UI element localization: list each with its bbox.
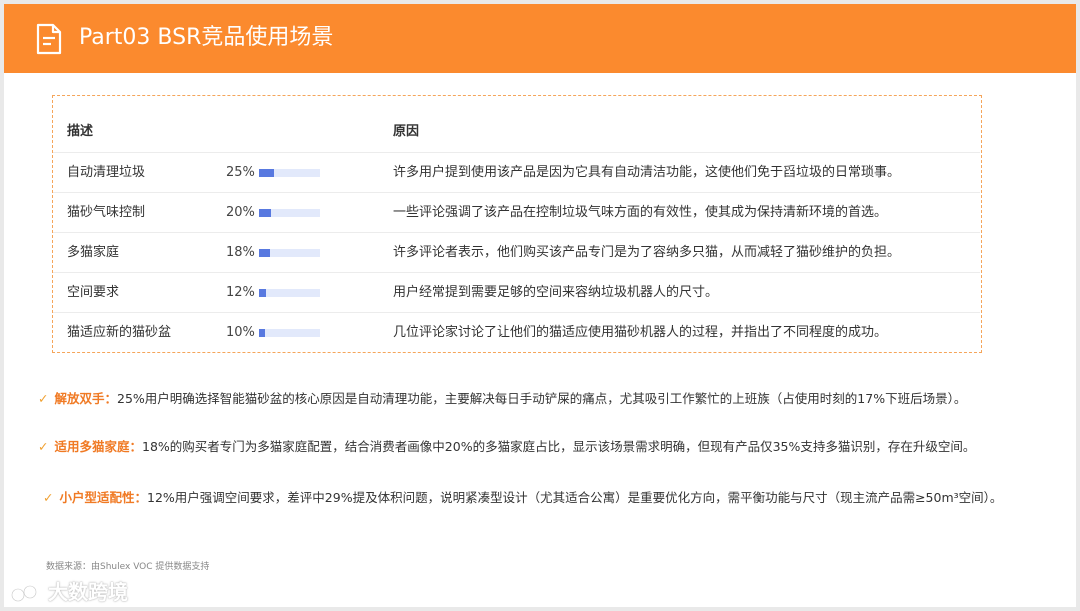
percent-bar [259,329,320,337]
row-desc: 多猫家庭 [67,245,120,260]
row-reason: 许多评论者表示，他们购买该产品专门是为了容纳多只猫，从而减轻了猫砂维护的负担。 [393,245,901,260]
table-row: 猫适应新的猫砂盆 10% 几位评论家讨论了让他们的猫适应使用猫砂机器人的过程，并… [53,312,980,353]
percent-bar-fill [259,169,274,177]
row-percent: 18% [226,245,255,260]
row-percent: 10% [226,325,255,340]
row-desc: 空间要求 [67,285,120,300]
header-bar: Part03 BSR竞品使用场景 [4,4,1076,73]
data-source-note: 数据来源：由Shulex VOC 提供数据支持 [46,562,210,572]
row-percent: 12% [226,285,255,300]
insight-text: 18%的购买者专门为多猫家庭配置，结合消费者画像中20%的多猫家庭占比，显示该场… [142,439,976,454]
table-header-row: 描述 原因 [53,112,980,152]
row-percent: 20% [226,205,255,220]
percent-bar [259,249,320,257]
watermark-logo-icon [10,584,38,602]
percent-bar-fill [259,329,265,337]
percent-bar-fill [259,209,271,217]
check-icon: ✓ [38,439,49,454]
insight-label: 小户型适配性： [59,490,147,505]
header-desc: 描述 [67,124,94,139]
scenario-table: 描述 原因 自动清理垃圾 25% 许多用户提到使用该产品是因为它具有自动清洁功能… [52,95,982,353]
table-row: 空间要求 12% 用户经常提到需要足够的空间来容纳垃圾机器人的尺寸。 [53,272,980,313]
row-desc: 猫砂气味控制 [67,205,146,220]
percent-bar-fill [259,289,266,297]
insight-label: 解放双手： [54,391,117,406]
page-title: Part03 BSR竞品使用场景 [79,25,334,50]
watermark-text: 大数跨境 [48,580,128,604]
row-percent: 25% [226,165,255,180]
insight-item: ✓ 小户型适配性：12%用户强调空间要求，差评中29%提及体积问题，说明紧凑型设计… [43,488,1002,508]
check-icon: ✓ [43,490,54,505]
insight-label: 适用多猫家庭： [54,439,142,454]
header-reason: 原因 [393,124,420,139]
percent-bar-fill [259,249,270,257]
watermark: 大数跨境 [10,576,128,605]
insight-text: 12%用户强调空间要求，差评中29%提及体积问题，说明紧凑型设计（尤其适合公寓）… [147,490,1003,505]
row-reason: 几位评论家讨论了让他们的猫适应使用猫砂机器人的过程，并指出了不同程度的成功。 [393,325,888,340]
table-row: 多猫家庭 18% 许多评论者表示，他们购买该产品专门是为了容纳多只猫，从而减轻了… [53,232,980,273]
row-desc: 猫适应新的猫砂盆 [67,325,172,340]
slide: Part03 BSR竞品使用场景 描述 原因 自动清理垃圾 25% 许多用户提到… [4,4,1076,607]
table-row: 自动清理垃圾 25% 许多用户提到使用该产品是因为它具有自动清洁功能，这使他们免… [53,152,980,193]
percent-bar [259,169,320,177]
table-row: 猫砂气味控制 20% 一些评论强调了该产品在控制垃圾气味方面的有效性，使其成为保… [53,192,980,233]
insight-item: ✓ 适用多猫家庭：18%的购买者专门为多猫家庭配置，结合消费者画像中20%的多猫家… [38,437,975,457]
insight-item: ✓ 解放双手：25%用户明确选择智能猫砂盆的核心原因是自动清理功能，主要解决每日手… [38,389,966,409]
insight-text: 25%用户明确选择智能猫砂盆的核心原因是自动清理功能，主要解决每日手动铲屎的痛点… [117,391,967,406]
row-reason: 用户经常提到需要足够的空间来容纳垃圾机器人的尺寸。 [393,285,719,300]
percent-bar [259,289,320,297]
document-icon [36,23,62,55]
percent-bar [259,209,320,217]
row-reason: 许多用户提到使用该产品是因为它具有自动清洁功能，这使他们免于舀垃圾的日常琐事。 [393,165,901,180]
check-icon: ✓ [38,391,49,406]
row-reason: 一些评论强调了该产品在控制垃圾气味方面的有效性，使其成为保持清新环境的首选。 [393,205,888,220]
row-desc: 自动清理垃圾 [67,165,146,180]
